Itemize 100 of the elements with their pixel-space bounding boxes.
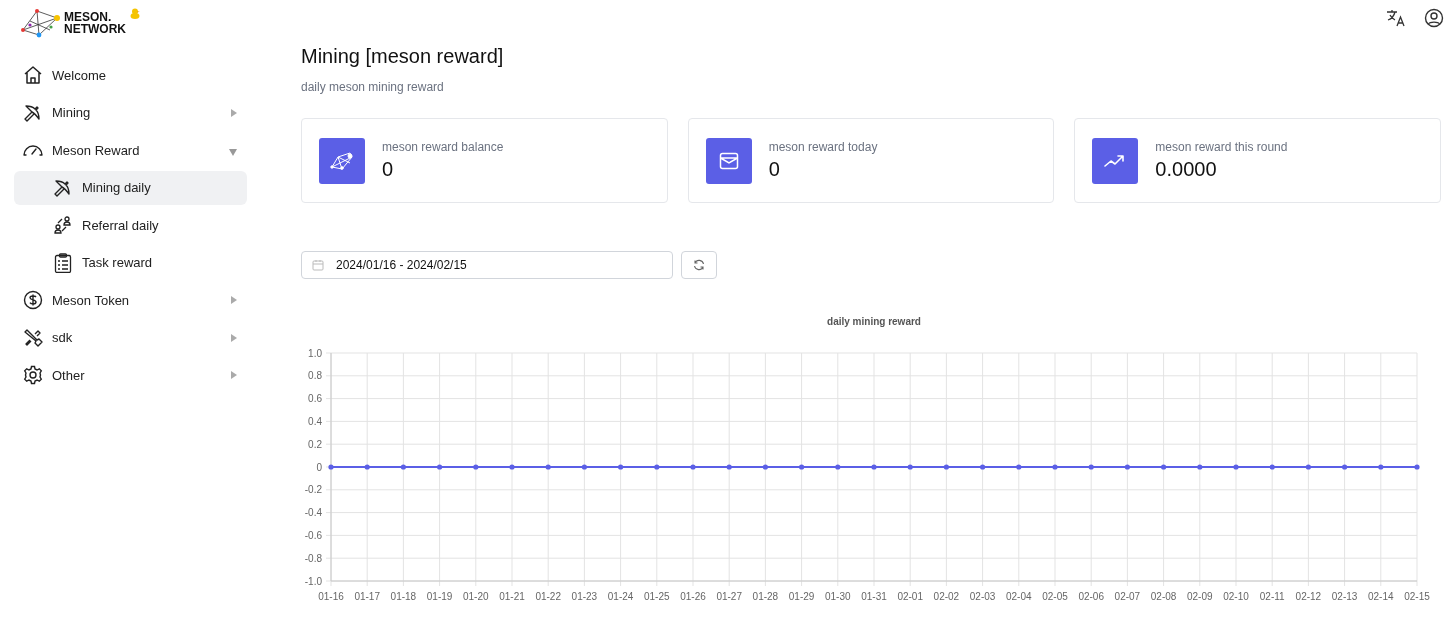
data-point (1342, 464, 1348, 470)
x-axis-label: 02-14 (1368, 591, 1394, 602)
trend-up-icon (1092, 137, 1139, 184)
data-point (943, 464, 949, 470)
data-point (364, 464, 370, 470)
data-point (1124, 464, 1130, 470)
clipboard-icon (54, 252, 72, 273)
x-axis-label: 02-12 (1295, 591, 1322, 602)
sidebar-item[interactable]: Meson Token (14, 283, 247, 317)
chart-title: daily mining reward (827, 316, 921, 327)
x-axis-label: 01-25 (644, 591, 670, 602)
x-axis-label: 02-13 (1331, 591, 1358, 602)
stat-value: 0 (382, 158, 395, 181)
data-point (1233, 464, 1239, 470)
y-axis-label: 1.0 (308, 347, 322, 359)
page-subtitle: daily meson mining reward (301, 80, 444, 94)
wallet-icon (705, 137, 752, 184)
page-title: Mining [meson reward] (301, 45, 504, 68)
x-axis-label: 01-17 (354, 591, 380, 602)
sidebar-item[interactable]: Meson Reward (14, 133, 247, 167)
y-axis-label: -1.0 (304, 575, 322, 587)
pickaxe-icon (53, 177, 73, 198)
dollar-icon (23, 290, 43, 310)
caret-icon[interactable] (231, 296, 237, 304)
x-axis-label: 01-21 (499, 591, 525, 602)
x-axis-label: 02-09 (1187, 591, 1213, 602)
x-axis-label: 02-10 (1223, 591, 1249, 602)
x-axis-label: 02-07 (1114, 591, 1141, 602)
caret-icon[interactable] (231, 108, 237, 117)
user-icon[interactable] (1424, 8, 1444, 28)
stat-label: meson reward today (768, 140, 878, 154)
submenu-item[interactable]: Task reward (14, 245, 247, 280)
data-point (980, 464, 986, 470)
data-point (400, 464, 406, 470)
x-axis-label: 01-22 (535, 591, 561, 602)
data-point (581, 464, 587, 470)
settings-icon (23, 365, 43, 385)
data-point (871, 464, 877, 470)
x-axis-label: 02-02 (933, 591, 960, 602)
x-axis-label: 01-29 (788, 591, 815, 602)
data-point (1305, 464, 1311, 470)
x-axis-label: 02-06 (1078, 591, 1104, 602)
tools-icon (23, 327, 43, 348)
data-point (1269, 464, 1275, 470)
data-point (1161, 464, 1167, 470)
y-axis-label: 0.4 (308, 415, 322, 427)
y-axis-label: -0.6 (304, 529, 322, 541)
stat-label: meson reward this round (1155, 140, 1288, 154)
submenu-item[interactable]: Mining daily (14, 170, 247, 205)
data-point (618, 464, 624, 470)
gauge-icon (22, 142, 44, 158)
refresh-icon (693, 259, 705, 271)
data-point (690, 464, 696, 470)
y-axis-label: 0 (316, 461, 322, 473)
data-point (1197, 464, 1203, 470)
x-axis-label: 01-16 (318, 591, 344, 602)
stat-label: meson reward balance (382, 140, 504, 154)
data-point (1088, 464, 1094, 470)
x-axis-label: 01-28 (752, 591, 779, 602)
x-axis-label: 01-19 (426, 591, 453, 602)
caret-icon[interactable] (231, 371, 237, 379)
data-point (545, 464, 551, 470)
date-range-field[interactable]: 2024/01/16 - 2024/02/15 (301, 251, 673, 279)
x-axis-label: 02-03 (969, 591, 996, 602)
translate-icon[interactable] (1386, 8, 1406, 28)
sidebar-item[interactable]: Welcome (14, 58, 247, 92)
x-axis-label: 02-08 (1150, 591, 1177, 602)
network-logo-icon (20, 8, 60, 38)
home-icon (23, 65, 43, 85)
sidebar-item[interactable]: Other (14, 358, 247, 392)
data-point (762, 464, 768, 470)
stat-value: 0 (768, 158, 781, 181)
x-axis-label: 01-23 (571, 591, 598, 602)
sidebar-item[interactable]: Mining (14, 95, 247, 130)
x-axis-label: 02-01 (897, 591, 923, 602)
logo-text: MESON. (64, 11, 113, 23)
sidebar-item[interactable]: sdk (14, 320, 247, 355)
y-axis-label: -0.8 (304, 552, 322, 564)
x-axis-label: 01-20 (463, 591, 489, 602)
y-axis-label: 0.6 (308, 393, 322, 405)
submenu-item[interactable]: Referral daily (14, 208, 247, 242)
data-point (654, 464, 660, 470)
data-point (509, 464, 515, 470)
referral-icon (53, 215, 73, 235)
data-point (1414, 464, 1420, 470)
x-axis-label: 02-15 (1404, 591, 1430, 602)
x-axis-label: 02-04 (1006, 591, 1032, 602)
refresh-button[interactable] (681, 251, 717, 279)
x-axis-label: 01-31 (861, 591, 887, 602)
data-point (907, 464, 913, 470)
caret-icon[interactable] (229, 148, 237, 156)
data-point (1378, 464, 1384, 470)
y-axis-label: 0.2 (308, 438, 322, 450)
x-axis-label: 02-11 (1259, 591, 1285, 602)
network-icon (319, 137, 365, 184)
caret-icon[interactable] (231, 333, 237, 342)
pickaxe-icon (23, 102, 43, 123)
data-point (1052, 464, 1058, 470)
x-axis-label: 01-30 (825, 591, 851, 602)
x-axis-label: 01-18 (390, 591, 417, 602)
